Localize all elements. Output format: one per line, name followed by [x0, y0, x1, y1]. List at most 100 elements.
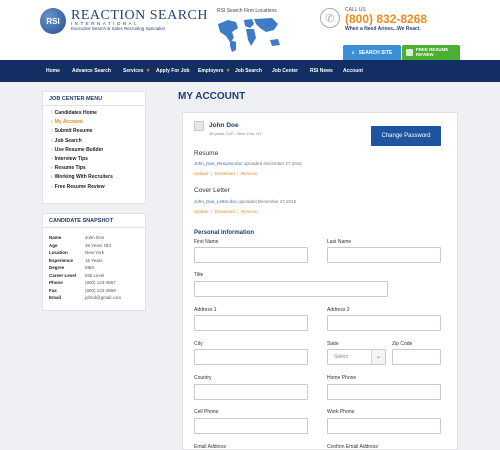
menu-item-working-with-recruiters[interactable]: › Working With Recruiters [43, 173, 145, 182]
dropdown-arrow-icon: ▼ [225, 68, 231, 74]
nav-home[interactable]: Home [46, 60, 60, 82]
cover-remove-link[interactable]: Remove [241, 209, 258, 214]
free-resume-review-button[interactable]: FREE RESUME REVIEW [402, 45, 460, 60]
state-select-value: Select [334, 354, 348, 360]
menu-item-resume-tips[interactable]: › Resume Tips [43, 164, 145, 173]
snapshot-key: Career Level [49, 272, 77, 278]
chevron-right-icon: › [51, 155, 53, 162]
user-name: John Doe [209, 122, 239, 129]
menu-item-submit-resume[interactable]: › Submit Resume [43, 127, 145, 136]
search-icon: ⌕ [351, 49, 355, 56]
snapshot-row: Location New York [43, 249, 145, 257]
confirm-email-label: Confirm Email Address [327, 444, 378, 450]
snapshot-row: Email johnd@gmail.com [43, 294, 145, 302]
menu-item-interview-tips[interactable]: › Interview Tips [43, 155, 145, 164]
cover-file-link[interactable]: John_Doe_Letter.doc [194, 199, 237, 204]
address2-input[interactable] [327, 315, 441, 331]
personal-info-heading: Personal Information [194, 230, 255, 236]
menu-title: JOB CENTER MENU [43, 92, 145, 106]
snapshot-value: MBA [85, 265, 95, 270]
home-phone-input[interactable] [327, 384, 441, 400]
page-title: MY ACCOUNT [178, 91, 246, 102]
menu-item-label: Use Resume Builder [54, 146, 104, 153]
document-icon [406, 49, 413, 56]
first-name-input[interactable] [194, 247, 308, 263]
resume-heading: Resume [194, 150, 219, 157]
world-map-icon[interactable] [214, 14, 284, 54]
resume-actions: Update | Download | Remove [194, 171, 258, 176]
nav-label: Advance Search [72, 68, 111, 74]
cover-file-line: John_Doe_Letter.doc uploaded December 27… [194, 199, 296, 204]
country-input[interactable] [194, 384, 308, 400]
resume-file-line: John_Doe_Resume.doc uploaded December 27… [194, 161, 302, 166]
rsi-logo[interactable]: RSI [40, 8, 66, 34]
user-meta: 38 years OLD - New York, NY [209, 131, 262, 136]
snapshot-row: Career Level Mid Level [43, 272, 145, 280]
menu-item-candidates-home[interactable]: › Candidates Home [43, 109, 145, 118]
nav-apply-for-job[interactable]: Apply For Job [156, 60, 190, 82]
title-input[interactable] [194, 281, 388, 297]
zip-label: Zip Code [392, 341, 413, 347]
resume-file-link[interactable]: John_Doe_Resume.doc [194, 161, 242, 166]
main-nav: Home Advance Search Services ▼ Apply For … [0, 60, 500, 82]
city-input[interactable] [194, 349, 308, 365]
cover-update-link[interactable]: Update [194, 209, 209, 214]
work-phone-label: Work Phone [327, 409, 355, 415]
menu-item-label: Resume Tips [54, 165, 86, 172]
cover-uploaded: uploaded December 27,2015 [238, 199, 297, 204]
resume-download-link[interactable]: Download [215, 171, 235, 176]
menu-item-resume-builder[interactable]: › Use Resume Builder [43, 146, 145, 155]
work-phone-input[interactable] [327, 418, 441, 434]
menu-item-my-account[interactable]: › My Account [43, 118, 145, 127]
nav-advance-search[interactable]: Advance Search [72, 60, 111, 82]
address1-label: Address 1 [194, 307, 217, 313]
snapshot-key: Fax [49, 287, 57, 293]
snapshot-key: Email [49, 295, 62, 300]
snapshot-key: Age [49, 242, 58, 248]
nav-label: Job Center [272, 68, 299, 74]
phone-icon: ✆ [320, 8, 340, 28]
chevron-right-icon: › [51, 128, 53, 135]
menu-item-label: Working With Recruiters [54, 174, 113, 181]
phone-number[interactable]: (800) 832-8268 [345, 12, 427, 26]
menu-item-label: Submit Resume [54, 128, 93, 135]
search-site-button[interactable]: ⌕ SEARCH SITE [343, 45, 401, 60]
zip-input[interactable] [392, 349, 441, 365]
resume-update-link[interactable]: Update [194, 171, 209, 176]
menu-item-label: My Account [54, 119, 83, 126]
title-label: Title [194, 272, 204, 278]
last-name-label: Last Name [327, 239, 352, 245]
change-password-button[interactable]: Change Password [371, 126, 441, 146]
menu-item-job-search[interactable]: › Job Search [43, 137, 145, 146]
chevron-right-icon: › [51, 119, 53, 126]
address1-input[interactable] [194, 315, 308, 331]
state-label: State [327, 341, 339, 347]
last-name-input[interactable] [327, 247, 441, 263]
snapshot-row: Age 38 Years Old [43, 242, 145, 250]
cover-download-link[interactable]: Download [215, 209, 235, 214]
chevron-right-icon: › [51, 165, 53, 172]
menu-item-label: Job Search [54, 137, 82, 144]
menu-item-free-resume-review[interactable]: › Free Resume Review [43, 183, 145, 192]
snapshot-row: Experience 15 Years [43, 257, 145, 265]
free-resume-review-label: FREE RESUME REVIEW [415, 47, 449, 57]
snapshot-value: (800) 123-4567 [85, 280, 116, 285]
snapshot-row: Fax (800) 123-4568 [43, 287, 145, 295]
nav-job-center[interactable]: Job Center [272, 60, 298, 82]
email-label: Email Address [194, 444, 226, 450]
user-avatar-icon [194, 121, 204, 131]
nav-label: Job Search [235, 68, 262, 74]
brand-tagline: Executive Search & Sales Recruiting Spec… [71, 26, 165, 31]
state-select[interactable]: Select ⌄ [327, 349, 386, 365]
snapshot-row: Phone (800) 123-4567 [43, 279, 145, 287]
snapshot-value: 15 Years [85, 257, 103, 263]
nav-employers[interactable]: Employers ▼ [198, 60, 231, 82]
first-name-label: First Name [194, 239, 219, 245]
home-phone-label: Home Phone [327, 375, 357, 381]
nav-account[interactable]: Account [343, 60, 363, 82]
nav-rsi-news[interactable]: RSI News [310, 60, 333, 82]
nav-services[interactable]: Services ▼ [123, 60, 151, 82]
resume-remove-link[interactable]: Remove [241, 171, 258, 176]
cell-phone-input[interactable] [194, 418, 308, 434]
nav-job-search[interactable]: Job Search [235, 60, 262, 82]
